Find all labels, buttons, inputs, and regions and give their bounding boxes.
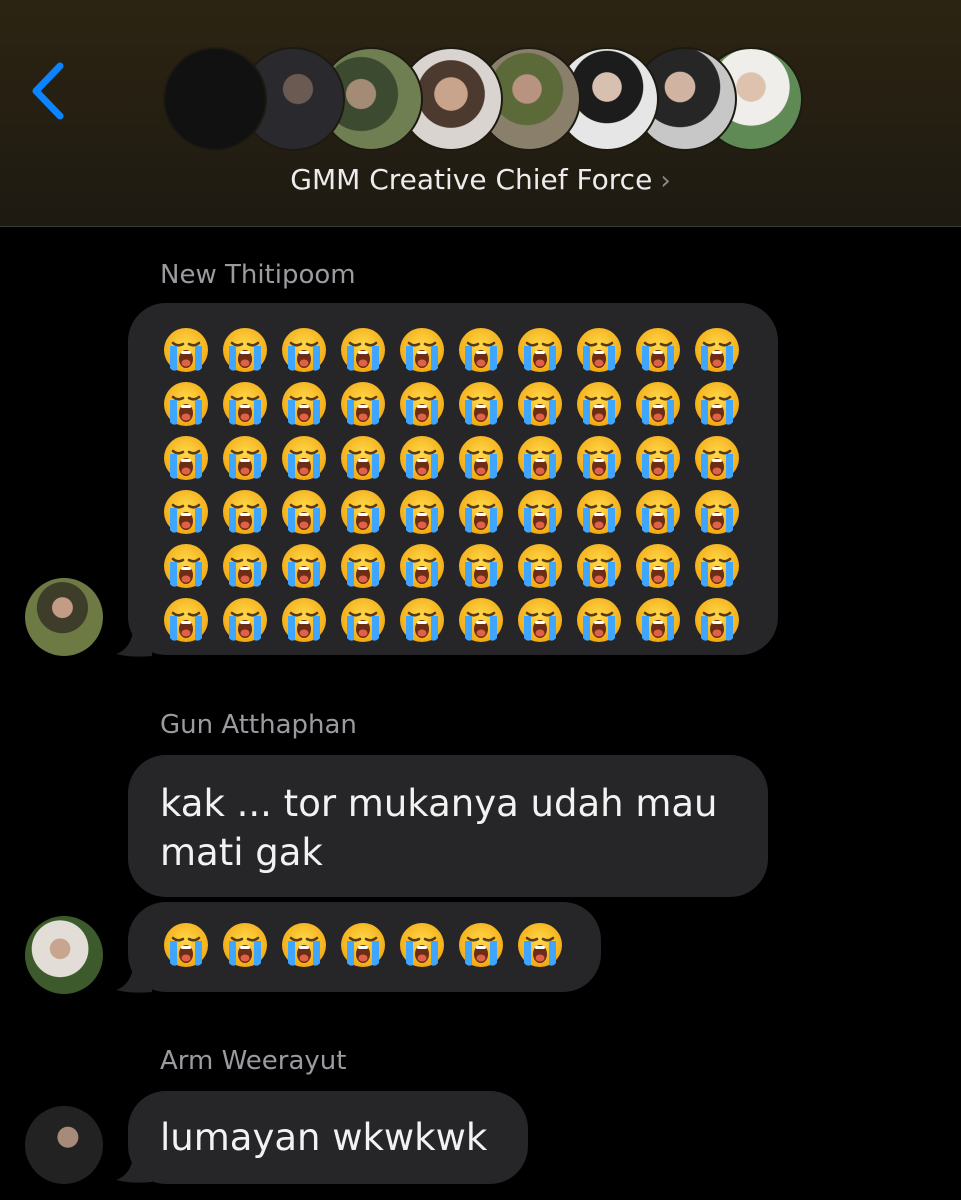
- loudly-crying-face-icon: [634, 596, 682, 644]
- loudly-crying-face-icon: [457, 326, 505, 374]
- loudly-crying-face-icon: [398, 921, 446, 969]
- loudly-crying-face-icon: [280, 921, 328, 969]
- message-bubble[interactable]: kak ... tor mukanya udah mau mati gak: [128, 755, 768, 897]
- loudly-crying-face-icon: [162, 921, 210, 969]
- loudly-crying-face-icon: [221, 542, 269, 590]
- loudly-crying-face-icon: [575, 326, 623, 374]
- loudly-crying-face-icon: [693, 488, 741, 536]
- loudly-crying-face-icon: [280, 596, 328, 644]
- loudly-crying-face-icon: [339, 380, 387, 428]
- avatar[interactable]: [25, 916, 103, 994]
- loudly-crying-face-icon: [693, 380, 741, 428]
- loudly-crying-face-icon: [575, 596, 623, 644]
- group-title[interactable]: GMM Creative Chief Force ›: [0, 160, 961, 201]
- loudly-crying-face-icon: [634, 326, 682, 374]
- loudly-crying-face-icon: [516, 596, 564, 644]
- group-avatar: [163, 47, 267, 151]
- loudly-crying-face-icon: [457, 542, 505, 590]
- loudly-crying-face-icon: [398, 380, 446, 428]
- loudly-crying-face-icon: [162, 542, 210, 590]
- loudly-crying-face-icon: [575, 542, 623, 590]
- loudly-crying-face-icon: [280, 542, 328, 590]
- loudly-crying-face-icon: [693, 542, 741, 590]
- sender-name: New Thitipoom: [160, 260, 356, 290]
- loudly-crying-face-icon: [280, 380, 328, 428]
- loudly-crying-face-icon: [516, 921, 564, 969]
- loudly-crying-face-icon: [516, 488, 564, 536]
- loudly-crying-face-icon: [398, 488, 446, 536]
- loudly-crying-face-icon: [398, 326, 446, 374]
- loudly-crying-face-icon: [221, 380, 269, 428]
- loudly-crying-face-icon: [162, 326, 210, 374]
- loudly-crying-face-icon: [162, 488, 210, 536]
- loudly-crying-face-icon: [221, 434, 269, 482]
- message-bubble[interactable]: lumayan wkwkwk: [128, 1091, 528, 1184]
- loudly-crying-face-icon: [575, 434, 623, 482]
- loudly-crying-face-icon: [693, 596, 741, 644]
- loudly-crying-face-icon: [339, 326, 387, 374]
- chat-header: GMM Creative Chief Force ›: [0, 0, 961, 227]
- sender-name: Gun Atthaphan: [160, 710, 357, 740]
- loudly-crying-face-icon: [457, 488, 505, 536]
- sender-name: Arm Weerayut: [160, 1046, 347, 1076]
- loudly-crying-face-icon: [280, 488, 328, 536]
- loudly-crying-face-icon: [398, 434, 446, 482]
- emoji-message: [162, 921, 575, 969]
- loudly-crying-face-icon: [457, 434, 505, 482]
- group-avatars[interactable]: [163, 47, 803, 153]
- loudly-crying-face-icon: [634, 542, 682, 590]
- loudly-crying-face-icon: [339, 434, 387, 482]
- loudly-crying-face-icon: [693, 326, 741, 374]
- avatar[interactable]: [25, 578, 103, 656]
- loudly-crying-face-icon: [693, 434, 741, 482]
- loudly-crying-face-icon: [634, 380, 682, 428]
- loudly-crying-face-icon: [457, 596, 505, 644]
- loudly-crying-face-icon: [516, 542, 564, 590]
- loudly-crying-face-icon: [575, 380, 623, 428]
- loudly-crying-face-icon: [398, 596, 446, 644]
- loudly-crying-face-icon: [162, 434, 210, 482]
- loudly-crying-face-icon: [339, 488, 387, 536]
- loudly-crying-face-icon: [516, 434, 564, 482]
- message-text: kak ... tor mukanya udah mau mati gak: [160, 782, 718, 874]
- loudly-crying-face-icon: [457, 921, 505, 969]
- loudly-crying-face-icon: [221, 488, 269, 536]
- back-button[interactable]: [22, 58, 72, 124]
- loudly-crying-face-icon: [221, 326, 269, 374]
- loudly-crying-face-icon: [634, 434, 682, 482]
- loudly-crying-face-icon: [516, 326, 564, 374]
- loudly-crying-face-icon: [339, 596, 387, 644]
- loudly-crying-face-icon: [575, 488, 623, 536]
- loudly-crying-face-icon: [280, 434, 328, 482]
- loudly-crying-face-icon: [398, 542, 446, 590]
- loudly-crying-face-icon: [516, 380, 564, 428]
- loudly-crying-face-icon: [162, 380, 210, 428]
- emoji-message: [162, 326, 752, 650]
- loudly-crying-face-icon: [162, 596, 210, 644]
- loudly-crying-face-icon: [339, 921, 387, 969]
- loudly-crying-face-icon: [457, 380, 505, 428]
- avatar[interactable]: [25, 1106, 103, 1184]
- group-name: GMM Creative Chief Force: [290, 163, 653, 196]
- loudly-crying-face-icon: [280, 326, 328, 374]
- loudly-crying-face-icon: [221, 596, 269, 644]
- loudly-crying-face-icon: [221, 921, 269, 969]
- loudly-crying-face-icon: [634, 488, 682, 536]
- chevron-right-icon: ›: [660, 166, 671, 196]
- loudly-crying-face-icon: [339, 542, 387, 590]
- message-text: lumayan wkwkwk: [160, 1116, 488, 1159]
- chevron-left-icon: [32, 62, 64, 120]
